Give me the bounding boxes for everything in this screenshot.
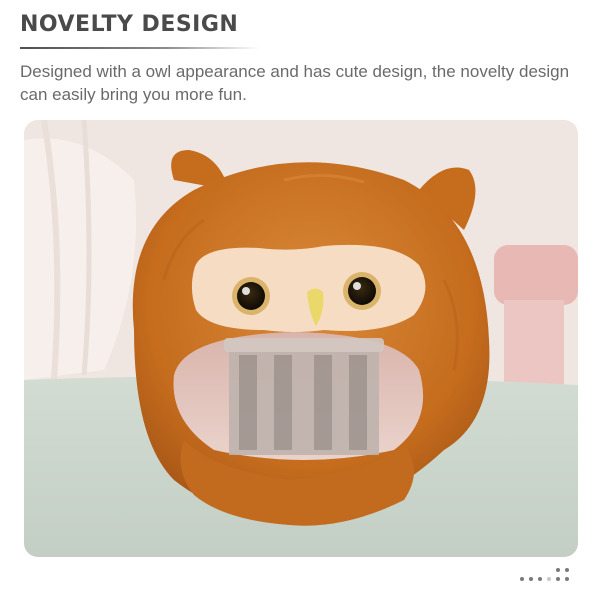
carousel-dot[interactable] [556, 568, 560, 572]
carousel-dot[interactable] [529, 577, 533, 581]
carousel-dot[interactable] [538, 577, 542, 581]
owl-hat-illustration [24, 120, 578, 557]
carousel-dot[interactable] [565, 577, 569, 581]
carousel-dot[interactable] [547, 577, 551, 581]
carousel-dot[interactable] [556, 577, 560, 581]
lantern [224, 338, 384, 455]
section-description: Designed with a owl appearance and has c… [20, 62, 570, 104]
owl-face [191, 244, 426, 332]
pink-chair [494, 245, 578, 305]
section-heading: NOVELTY DESIGN [20, 12, 239, 37]
product-photo [24, 120, 578, 557]
carousel-dots [520, 566, 580, 584]
carousel-dot[interactable] [565, 568, 569, 572]
carousel-dot[interactable] [520, 577, 524, 581]
heading-underline [20, 47, 260, 49]
